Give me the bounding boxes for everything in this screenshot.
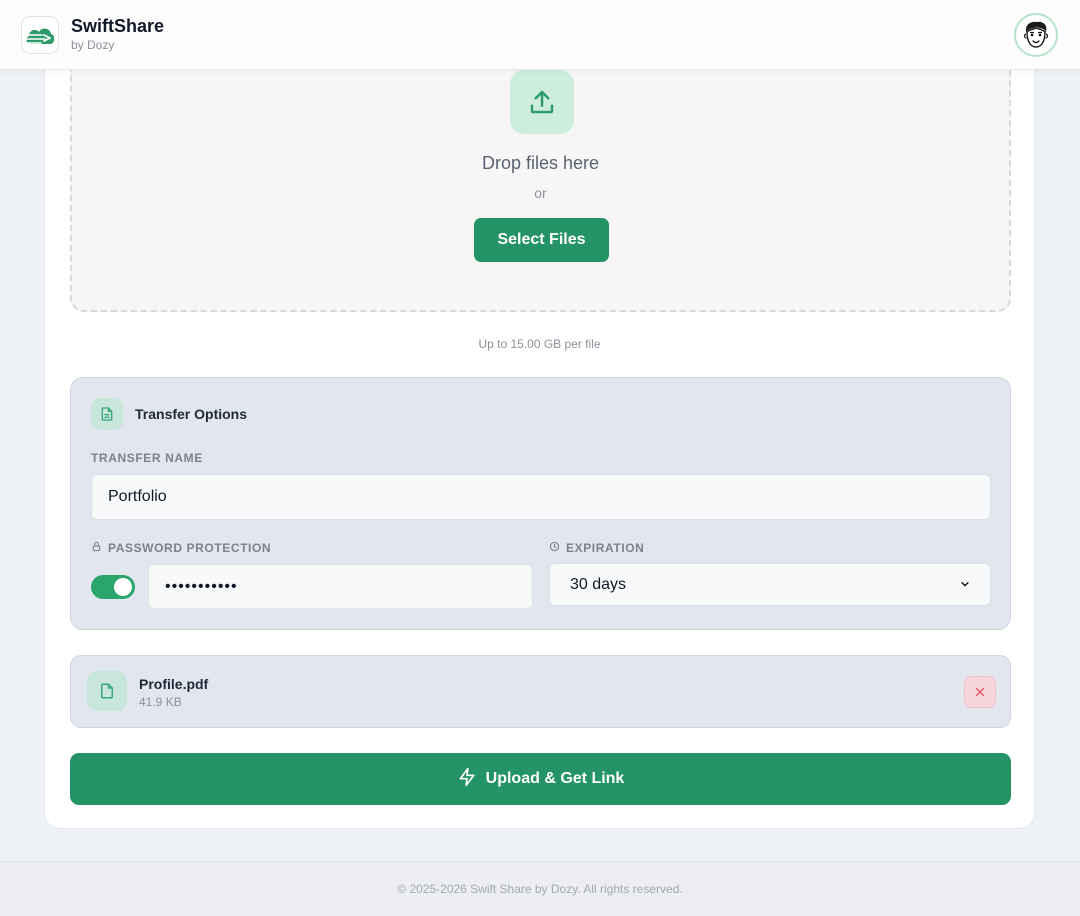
close-icon [975, 687, 985, 697]
file-dropzone[interactable]: Drop files here or Select Files [70, 41, 1011, 312]
lightning-icon [457, 767, 477, 792]
select-files-button[interactable]: Select Files [474, 218, 609, 262]
footer: © 2025-2026 Swift Share by Dozy. All rig… [0, 861, 1080, 916]
file-size-limit-note: Up to 15.00 GB per file [478, 337, 601, 351]
transfer-name-label: TRANSFER NAME [91, 451, 203, 465]
transfer-options-panel: Transfer Options TRANSFER NAME PASSWORD … [70, 377, 1011, 630]
upload-button-label: Upload & Get Link [485, 770, 625, 787]
password-label-text: PASSWORD PROTECTION [108, 541, 272, 555]
transfer-card: Drop files here or Select Files Up to 15… [44, 40, 1035, 829]
file-size: 41.9 KB [139, 695, 182, 709]
file-list-item: Profile.pdf 41.9 KB [70, 655, 1011, 728]
app-header: SwiftShare by Dozy [0, 0, 1080, 70]
avatar[interactable] [1014, 12, 1058, 57]
expiration-label-text: EXPIRATION [566, 541, 645, 555]
file-name: Profile.pdf [139, 676, 209, 692]
clock-icon [549, 541, 560, 555]
dropzone-title: Drop files here [481, 153, 600, 173]
expiration-label: EXPIRATION [549, 541, 644, 555]
chevron-down-icon [960, 576, 970, 594]
password-input[interactable] [148, 564, 533, 609]
footer-copyright: © 2025-2026 Swift Share by Dozy. All rig… [397, 882, 683, 896]
app-subtitle: by Dozy [71, 38, 115, 52]
expiration-select[interactable]: 30 days [549, 563, 991, 606]
app-name: SwiftShare [71, 16, 165, 36]
toggle-knob [114, 578, 132, 596]
upload-icon [510, 70, 574, 134]
password-label: PASSWORD PROTECTION [91, 541, 271, 555]
document-icon [91, 398, 123, 430]
dropzone-or: or [534, 185, 547, 201]
remove-file-button[interactable] [964, 676, 996, 708]
upload-get-link-button[interactable]: Upload & Get Link [70, 753, 1011, 805]
expiration-value: 30 days [570, 575, 627, 593]
lock-icon [91, 541, 102, 555]
transfer-name-input[interactable] [91, 474, 991, 520]
options-title: Transfer Options [135, 406, 248, 422]
cloud-arrow-icon [21, 15, 59, 54]
transfer-name-label-text: TRANSFER NAME [91, 451, 203, 465]
file-icon [87, 671, 127, 711]
brand[interactable]: SwiftShare by Dozy [21, 15, 165, 54]
password-toggle[interactable] [91, 575, 135, 599]
